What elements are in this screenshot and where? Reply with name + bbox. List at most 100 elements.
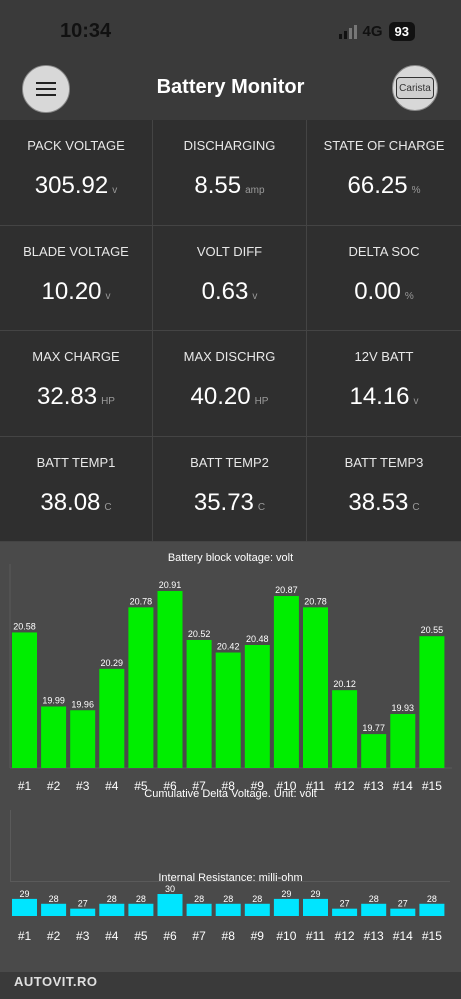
metric-cell: BATT TEMP1 38.08 C xyxy=(0,436,153,542)
resistance-bar-6 xyxy=(157,894,183,916)
metric-value: 40.20 xyxy=(190,383,251,410)
resistance-bar-2 xyxy=(41,903,67,916)
resistance-value-label: 28 xyxy=(369,894,379,904)
resistance-bar-9 xyxy=(244,903,270,916)
status-time: 10:34 xyxy=(60,20,112,42)
carista-button[interactable]: Carista xyxy=(392,65,438,111)
resistance-value-label: 29 xyxy=(281,889,291,899)
voltage-value-label: 19.93 xyxy=(392,703,415,713)
resistance-bar-11 xyxy=(303,898,328,916)
metric-unit: amp xyxy=(245,185,265,196)
resistance-bar-14 xyxy=(390,908,416,916)
resistance-category-label: #4 xyxy=(105,929,119,942)
voltage-value-label: 20.87 xyxy=(275,585,298,595)
signal-icon xyxy=(338,24,357,39)
resistance-value-label: 28 xyxy=(107,894,117,904)
metric-value-wrap: 8.55 amp xyxy=(153,172,306,200)
voltage-bar-4 xyxy=(99,668,125,768)
voltage-value-label: 19.77 xyxy=(362,723,385,733)
voltage-value-label: 20.91 xyxy=(159,580,182,590)
block-voltage-chart-title: Battery block voltage: volt xyxy=(167,552,294,564)
metric-value: 8.55 xyxy=(194,172,242,199)
resistance-category-label: #2 xyxy=(47,929,61,942)
resistance-category-label: #3 xyxy=(76,929,90,942)
voltage-bar-12 xyxy=(332,690,358,768)
voltage-value-label: 20.48 xyxy=(246,634,269,644)
metric-label: MAX DISCHRG xyxy=(183,349,276,364)
resistance-bar-4 xyxy=(99,903,125,916)
metric-cell: STATE OF CHARGE 66.25% xyxy=(307,120,461,226)
carista-label: Carista xyxy=(396,77,434,99)
metric-unit: % xyxy=(404,290,414,302)
resistance-bar-13 xyxy=(361,903,387,916)
voltage-value-label: 20.58 xyxy=(13,621,36,631)
metric-value: 32.83 xyxy=(37,383,98,410)
metric-unit: C xyxy=(257,501,266,513)
metric-unit: v xyxy=(112,185,118,196)
metric-value: 305.92 xyxy=(34,172,109,199)
voltage-bar-10 xyxy=(273,596,299,768)
resistance-value-label: 27 xyxy=(78,899,88,909)
resistance-bar-10 xyxy=(273,898,299,916)
resistance-value-label: 29 xyxy=(19,889,29,899)
voltage-value-label: 19.96 xyxy=(71,699,94,709)
resistance-category-label: #10 xyxy=(276,929,296,942)
metric-value: 0.00 xyxy=(354,277,401,305)
charts-area: Battery block voltage: volt 20.58 #1 19.99… xyxy=(0,542,461,972)
voltage-bar-2 xyxy=(41,706,67,768)
footer-bar: AUTOVIT.RO xyxy=(0,972,461,999)
resistance-category-label: #13 xyxy=(364,929,384,942)
voltage-value-label: 20.55 xyxy=(421,625,444,635)
metric-unit: C xyxy=(104,501,112,513)
resistance-bar-12 xyxy=(332,908,358,916)
resistance-value-label: 28 xyxy=(252,894,262,904)
voltage-value-label: 20.29 xyxy=(101,658,124,668)
metric-label: VOLT DIFF xyxy=(196,243,263,259)
metric-label: MAX CHARGE xyxy=(32,349,120,364)
resistance-category-label: #1 xyxy=(18,929,32,942)
resistance-chart: 29 #1 28 #2 27 #3 28 #4 28 #5 30 #6 28 #7 28 #8 28 #9 29 #1… xyxy=(12,884,445,942)
resistance-category-label: #15 xyxy=(422,929,442,942)
metric-value-wrap: 32.83 HP xyxy=(0,383,152,411)
resistance-value-label: 27 xyxy=(398,899,408,909)
resistance-value-label: 28 xyxy=(136,894,146,904)
metric-label: PACK VOLTAGE xyxy=(27,138,125,153)
voltage-bar-8 xyxy=(215,652,241,768)
resistance-bar-5 xyxy=(128,903,154,916)
metric-unit: v xyxy=(252,290,258,302)
block-voltage-chart: 20.58#119.99#219.96#320.29#420.78#520.91… xyxy=(9,564,452,793)
status-bar: 10:34 4G 93 xyxy=(0,0,461,62)
resistance-category-label: #5 xyxy=(134,929,148,942)
resistance-bar-1 xyxy=(12,898,37,916)
network-type: 4G xyxy=(362,23,383,40)
resistance-value-label: 28 xyxy=(427,894,437,904)
resistance-value-label: 30 xyxy=(165,884,175,894)
delta-voltage-chart-title: Cumulative Delta Voltage. Unit: volt xyxy=(144,788,317,800)
voltage-bar-6 xyxy=(157,591,183,768)
metric-label: 12V BATT xyxy=(354,349,414,364)
metric-label: DELTA SOC xyxy=(348,243,420,259)
metric-value-wrap: 38.53 C xyxy=(307,489,461,517)
voltage-value-label: 20.52 xyxy=(188,629,211,639)
metric-value: 14.16 xyxy=(349,383,410,410)
voltage-value-label: 19.99 xyxy=(42,695,65,705)
metric-label: BATT TEMP1 xyxy=(36,454,116,470)
metric-cell: PACK VOLTAGE 305.92 v xyxy=(0,120,153,226)
resistance-value-label: 27 xyxy=(340,899,350,909)
metric-cell: 12V BATT 14.16 v xyxy=(307,331,461,437)
metric-value: 38.08 xyxy=(40,488,101,516)
metric-cell: BATT TEMP2 35.73 C xyxy=(153,436,307,542)
metric-unit: C xyxy=(412,501,420,513)
metric-unit: HP xyxy=(254,396,269,407)
metric-unit: v xyxy=(105,290,111,302)
metric-label: BATT TEMP3 xyxy=(344,454,424,470)
metric-value: 10.20 xyxy=(41,277,102,305)
metric-label: BATT TEMP2 xyxy=(190,454,269,470)
resistance-value-label: 28 xyxy=(194,894,204,904)
metric-cell: VOLT DIFF 0.63 v xyxy=(153,225,307,331)
metric-cell: MAX CHARGE 32.83 HP xyxy=(0,331,153,437)
voltage-bar-15 xyxy=(419,636,445,768)
metric-label: BLADE VOLTAGE xyxy=(23,243,129,259)
resistance-category-label: #11 xyxy=(306,929,325,942)
resistance-bar-3 xyxy=(70,908,96,916)
